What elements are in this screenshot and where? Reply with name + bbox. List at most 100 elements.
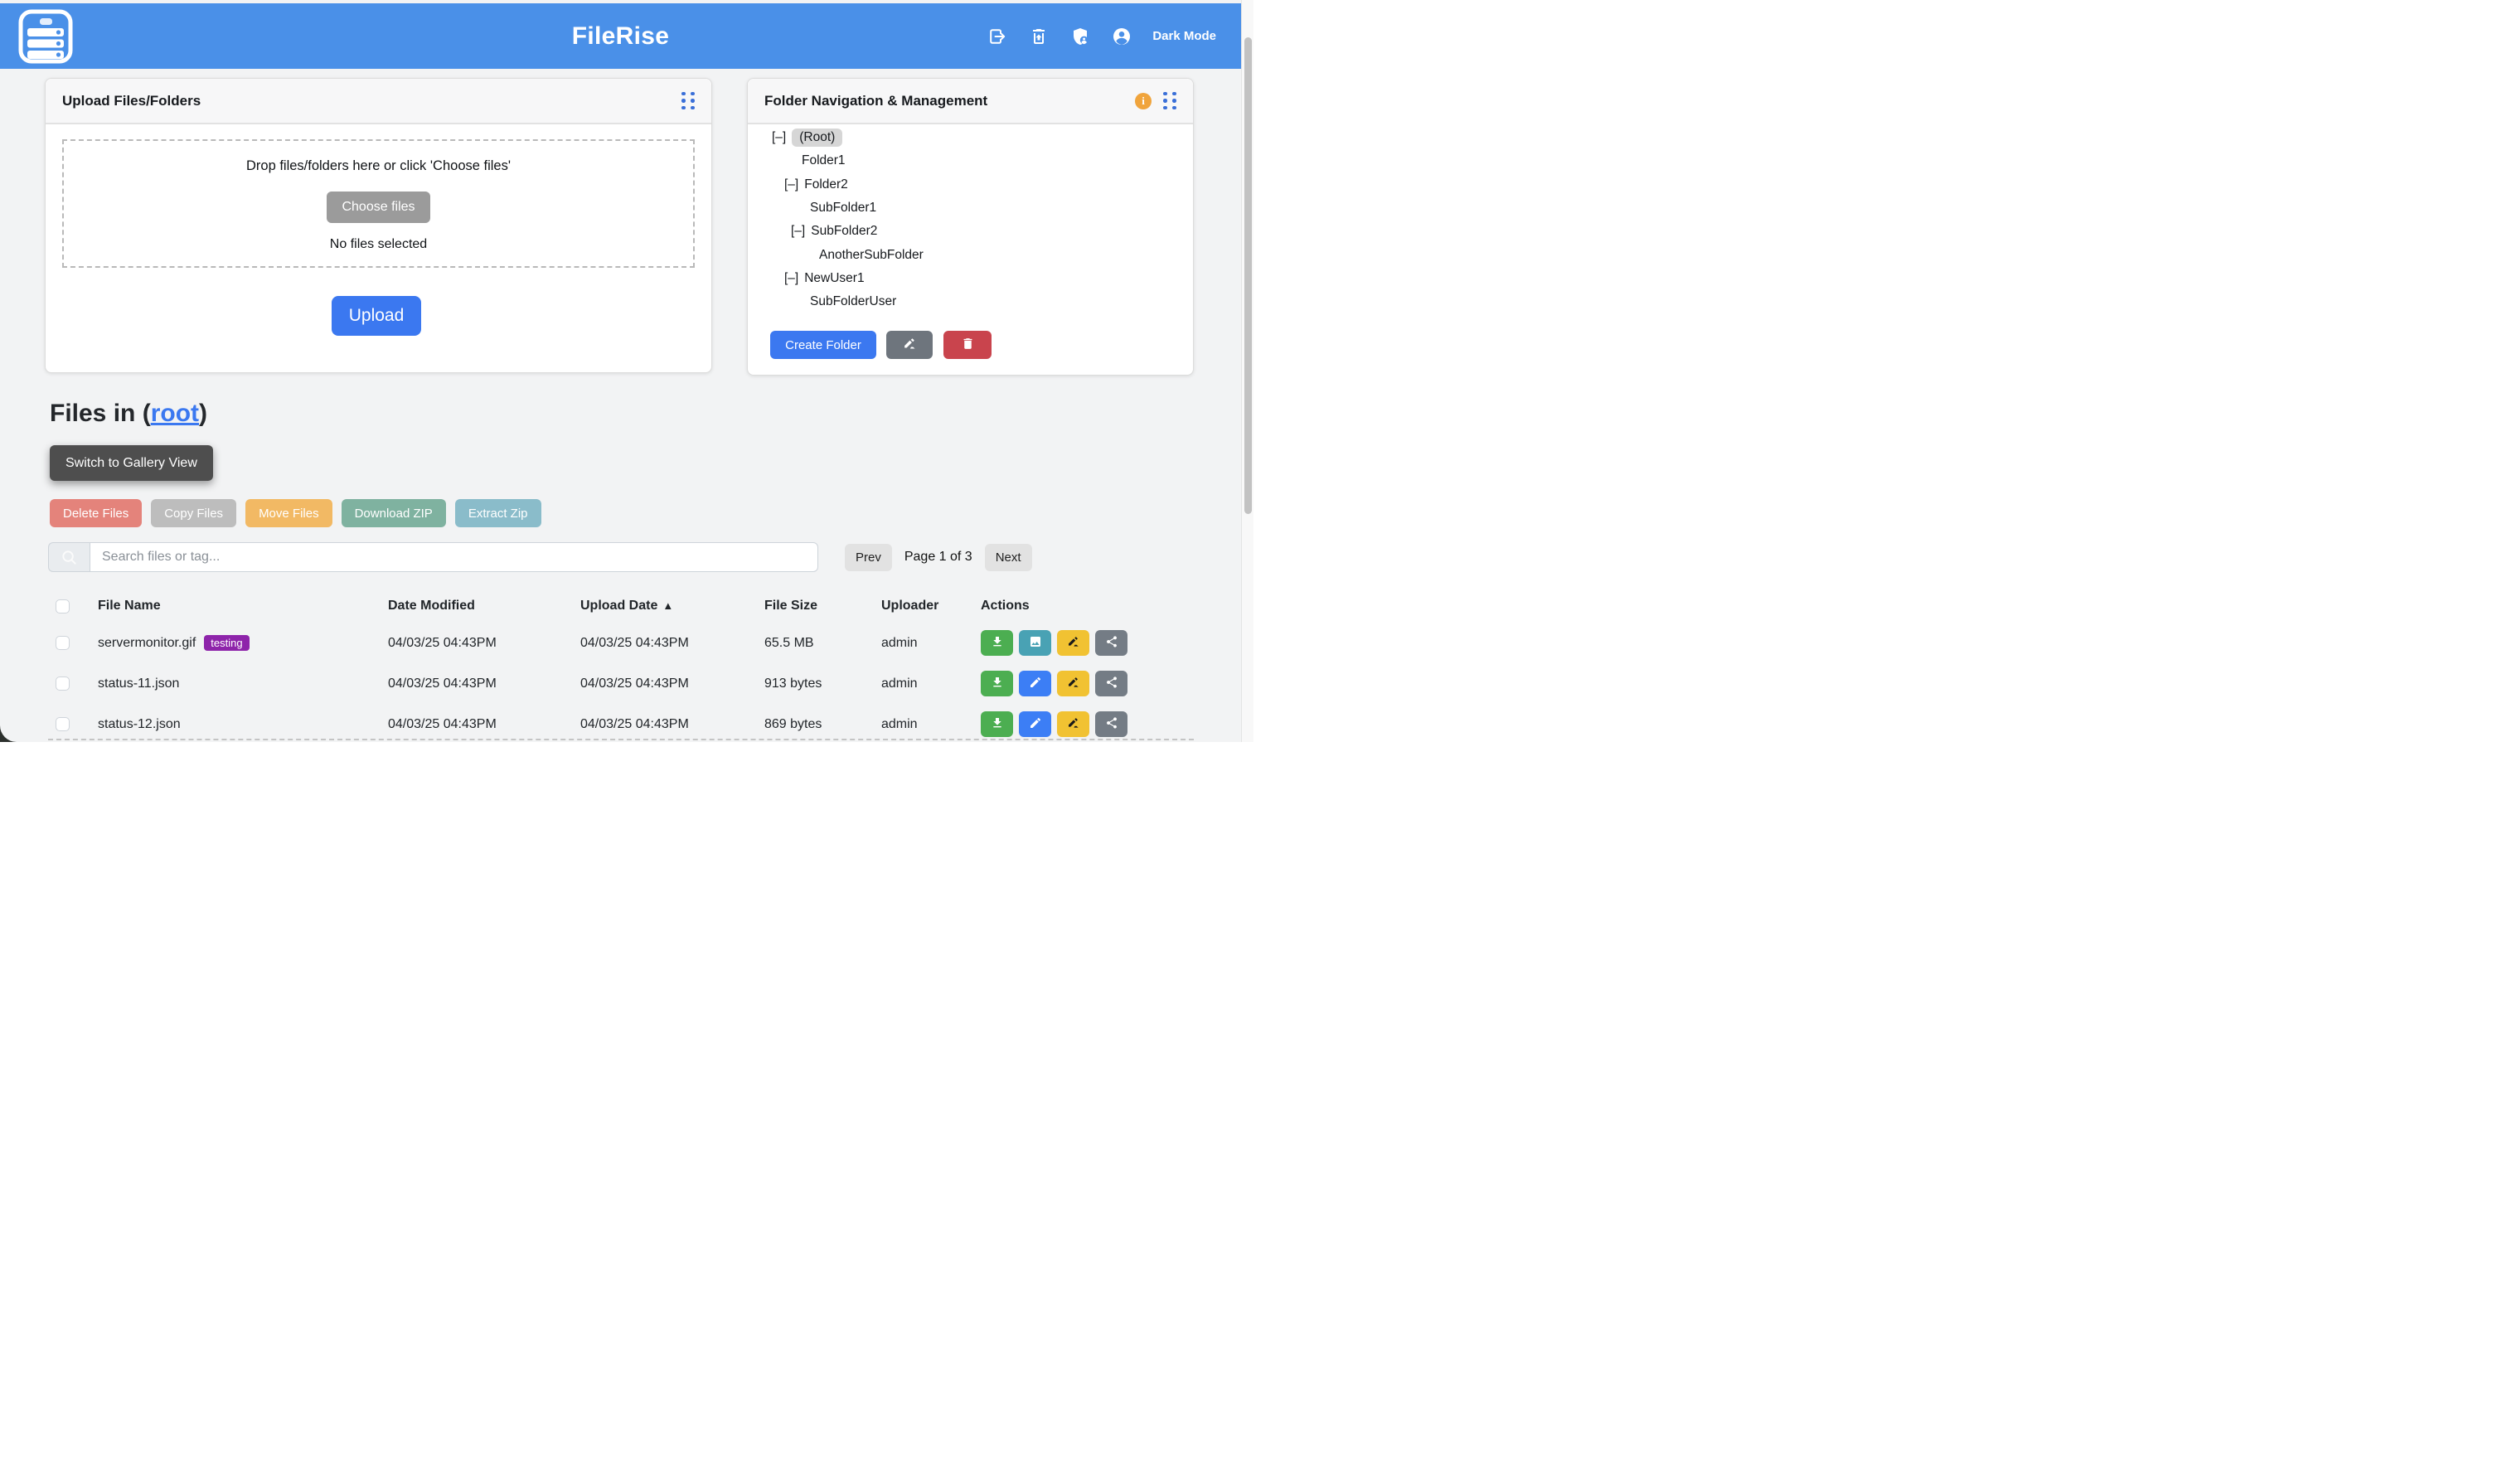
share-button[interactable] xyxy=(1095,711,1127,737)
preview-image-button[interactable] xyxy=(1019,630,1051,656)
tree-item-label[interactable]: SubFolder1 xyxy=(810,201,876,216)
download-button[interactable] xyxy=(981,630,1013,656)
tree-toggle-icon[interactable]: [–] xyxy=(772,130,786,145)
upload-date: 04/03/25 04:43PM xyxy=(580,636,764,651)
share-button[interactable] xyxy=(1095,671,1127,696)
move-files-button[interactable]: Move Files xyxy=(245,499,332,527)
scrollbar-track[interactable] xyxy=(1241,0,1254,742)
tree-item-newuser1[interactable]: [–] NewUser1 xyxy=(748,267,1193,290)
rename-button[interactable] xyxy=(1057,711,1089,737)
drag-handle-icon[interactable] xyxy=(678,89,698,114)
switch-gallery-view-button[interactable]: Switch to Gallery View xyxy=(50,445,213,481)
upload-card-header: Upload Files/Folders xyxy=(46,79,711,124)
dark-mode-toggle[interactable]: Dark Mode xyxy=(1152,29,1216,43)
upload-card: Upload Files/Folders Drop files/folders … xyxy=(45,78,712,373)
folder-tree: [–] (Root) Folder1 [–] Folder2 SubFolder… xyxy=(748,126,1193,313)
trash-restore-icon[interactable] xyxy=(1028,26,1050,47)
tree-item-anothersubfolder[interactable]: AnotherSubFolder xyxy=(748,243,1193,266)
account-icon[interactable] xyxy=(1111,26,1132,47)
image-icon xyxy=(1029,635,1042,651)
file-name[interactable]: status-11.json xyxy=(98,677,179,691)
info-icon[interactable]: i xyxy=(1135,93,1152,109)
column-header-actions: Actions xyxy=(981,599,1194,613)
rename-folder-button[interactable] xyxy=(886,331,933,359)
scrollbar-thumb[interactable] xyxy=(1244,37,1252,514)
tree-item-subfolder1[interactable]: SubFolder1 xyxy=(748,196,1193,220)
upload-dropzone[interactable]: Drop files/folders here or click 'Choose… xyxy=(62,139,695,268)
tree-item-root[interactable]: [–] (Root) xyxy=(748,126,1193,149)
share-icon xyxy=(1105,635,1118,651)
rename-button[interactable] xyxy=(1057,630,1089,656)
tree-item-subfolder2[interactable]: [–] SubFolder2 xyxy=(748,220,1193,243)
filerise-logo-icon xyxy=(18,9,73,64)
rename-button[interactable] xyxy=(1057,671,1089,696)
tree-item-folder1[interactable]: Folder1 xyxy=(748,149,1193,172)
prev-page-button[interactable]: Prev xyxy=(845,544,892,571)
tree-item-label[interactable]: NewUser1 xyxy=(804,271,864,286)
search-bar xyxy=(48,542,818,572)
folder-actions: Create Folder xyxy=(770,331,992,359)
logout-icon[interactable] xyxy=(987,26,1008,47)
drag-handle-icon[interactable] xyxy=(1160,89,1180,114)
admin-panel-icon[interactable] xyxy=(1069,26,1091,47)
file-name[interactable]: status-12.json xyxy=(98,717,181,732)
tree-toggle-icon[interactable]: [–] xyxy=(791,224,805,239)
create-folder-button[interactable]: Create Folder xyxy=(770,331,876,359)
file-tag-badge: testing xyxy=(204,635,249,651)
tree-item-label[interactable]: Folder2 xyxy=(804,177,848,192)
row-checkbox[interactable] xyxy=(56,677,70,691)
sort-ascending-icon: ▲ xyxy=(662,599,673,612)
tree-item-label[interactable]: Folder1 xyxy=(802,153,846,168)
edit-file-button[interactable] xyxy=(1019,671,1051,696)
tree-item-folder2[interactable]: [–] Folder2 xyxy=(748,173,1193,196)
download-zip-button[interactable]: Download ZIP xyxy=(342,499,446,527)
row-checkbox[interactable] xyxy=(56,717,70,731)
download-icon xyxy=(991,676,1004,691)
select-all-checkbox[interactable] xyxy=(56,599,70,613)
upload-button[interactable]: Upload xyxy=(332,296,421,336)
search-input[interactable] xyxy=(90,542,818,572)
tree-item-label[interactable]: SubFolderUser xyxy=(810,294,896,309)
filerise-app: FileRise xyxy=(0,0,1254,742)
delete-files-button[interactable]: Delete Files xyxy=(50,499,142,527)
choose-files-button[interactable]: Choose files xyxy=(327,192,429,223)
download-button[interactable] xyxy=(981,711,1013,737)
column-header-file-size[interactable]: File Size xyxy=(764,599,881,613)
share-icon xyxy=(1105,676,1118,691)
download-button[interactable] xyxy=(981,671,1013,696)
edit-file-button[interactable] xyxy=(1019,711,1051,737)
column-header-label: Upload Date xyxy=(580,599,657,613)
dropzone-text: Drop files/folders here or click 'Choose… xyxy=(246,158,511,174)
rename-pencil-icon xyxy=(1067,635,1080,651)
column-header-uploader[interactable]: Uploader xyxy=(881,599,981,613)
file-name[interactable]: servermonitor.gif xyxy=(98,636,196,651)
date-modified: 04/03/25 04:43PM xyxy=(388,677,580,691)
copy-files-button[interactable]: Copy Files xyxy=(151,499,236,527)
column-header-file-name[interactable]: File Name xyxy=(98,599,388,613)
pencil-icon xyxy=(903,337,917,353)
app-header: FileRise xyxy=(0,3,1241,69)
folder-navigation-card: Folder Navigation & Management i [–] (Ro… xyxy=(747,78,1194,376)
column-header-date-modified[interactable]: Date Modified xyxy=(388,599,580,613)
next-page-button[interactable]: Next xyxy=(985,544,1032,571)
share-button[interactable] xyxy=(1095,630,1127,656)
pencil-icon xyxy=(1029,676,1042,691)
upload-date: 04/03/25 04:43PM xyxy=(580,677,764,691)
table-header-row: File Name Date Modified Upload Date ▲ Fil… xyxy=(48,589,1194,623)
column-header-upload-date[interactable]: Upload Date ▲ xyxy=(580,599,764,613)
row-checkbox[interactable] xyxy=(56,636,70,650)
tree-item-subfolderuser[interactable]: SubFolderUser xyxy=(748,290,1193,313)
tree-item-label[interactable]: (Root) xyxy=(792,129,842,147)
upload-date: 04/03/25 04:43PM xyxy=(580,717,764,732)
uploader: admin xyxy=(881,636,981,651)
uploader: admin xyxy=(881,677,981,691)
root-folder-link[interactable]: root xyxy=(151,400,199,427)
tree-item-label[interactable]: SubFolder2 xyxy=(811,224,877,239)
bulk-action-buttons: Delete Files Copy Files Move Files Downl… xyxy=(50,499,541,527)
extract-zip-button[interactable]: Extract Zip xyxy=(455,499,541,527)
tree-toggle-icon[interactable]: [–] xyxy=(784,271,798,286)
tree-toggle-icon[interactable]: [–] xyxy=(784,177,798,192)
tree-item-label[interactable]: AnotherSubFolder xyxy=(819,248,924,263)
delete-folder-button[interactable] xyxy=(943,331,992,359)
rename-pencil-icon xyxy=(1067,716,1080,732)
